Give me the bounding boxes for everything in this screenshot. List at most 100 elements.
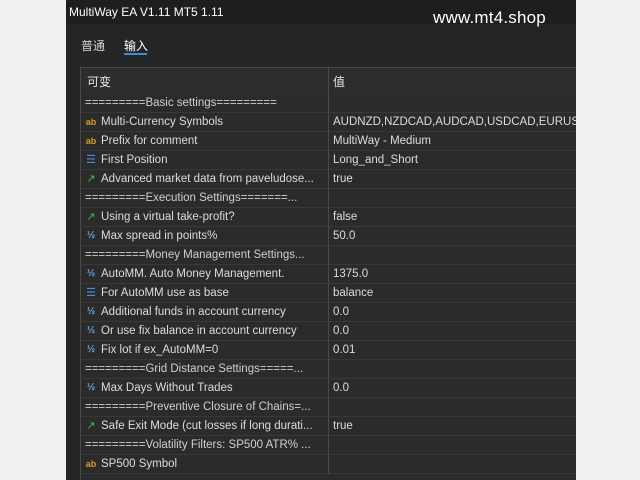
column-header-value[interactable]: 值: [333, 73, 345, 90]
variable-cell: ab Multi-Currency Symbols: [81, 113, 332, 132]
column-divider[interactable]: [328, 68, 329, 94]
value-cell[interactable]: 50.0: [329, 227, 576, 246]
value-cell[interactable]: Long_and_Short: [329, 151, 576, 170]
number-type-icon: ½: [86, 344, 96, 355]
variable-cell: =========Basic settings=========: [81, 94, 332, 113]
section-header-row[interactable]: =========Basic settings=========: [81, 94, 576, 113]
section-header-row[interactable]: =========Grid Distance Settings=====...: [81, 360, 576, 379]
string-type-icon: ab: [85, 117, 97, 127]
table-header: 可变 值: [81, 68, 576, 94]
variable-name: Max spread in points%: [101, 230, 218, 242]
variable-name: Max Days Without Trades: [101, 382, 233, 394]
tab-inputs[interactable]: 输入: [124, 37, 148, 54]
variable-cell: ab Prefix for comment: [81, 132, 332, 151]
variable-cell: =========Grid Distance Settings=====...: [81, 360, 332, 379]
value-cell: [329, 360, 576, 379]
number-type-icon: ½: [86, 268, 96, 279]
table-row[interactable]: ½ Max Days Without Trades 0.0: [81, 379, 576, 398]
variable-name: =========Preventive Closure of Chains=..…: [85, 401, 311, 413]
variable-cell: ↗ Advanced market data from paveludose...: [81, 170, 332, 189]
variable-name: =========Execution Settings=======...: [85, 192, 298, 204]
value-cell[interactable]: false: [329, 208, 576, 227]
variable-name: For AutoMM use as base: [101, 287, 229, 299]
column-header-variable[interactable]: 可变: [87, 73, 111, 90]
enum-type-icon: ☰: [86, 154, 96, 166]
variable-name: SP500 Symbol: [101, 458, 178, 470]
value-cell[interactable]: true: [329, 170, 576, 189]
table-row[interactable]: ☰ First Position Long_and_Short: [81, 151, 576, 170]
variable-cell: ½ Fix lot if ex_AutoMM=0: [81, 341, 332, 360]
number-type-icon: ½: [86, 306, 96, 317]
table-row[interactable]: ½ Additional funds in account currency 0.0: [81, 303, 576, 322]
variable-cell: =========Execution Settings=======...: [81, 189, 332, 208]
variable-name: Or use fix balance in account currency: [101, 325, 297, 337]
value-cell[interactable]: 1375.0: [329, 265, 576, 284]
value-cell: [329, 436, 576, 455]
watermark-text: www.mt4.shop: [433, 8, 546, 27]
tab-common[interactable]: 普通: [81, 37, 105, 54]
variable-cell: =========Preventive Closure of Chains=..…: [81, 398, 332, 417]
variable-cell: ½ Max spread in points%: [81, 227, 332, 246]
variable-name: =========Volatility Filters: SP500 ATR% …: [85, 439, 311, 451]
table-row[interactable]: ab Multi-Currency Symbols AUDNZD,NZDCAD,AU…: [81, 113, 576, 132]
table-row[interactable]: ½ Max spread in points% 50.0: [81, 227, 576, 246]
variable-cell: ☰ First Position: [81, 151, 332, 170]
value-cell[interactable]: [329, 455, 576, 474]
variable-name: Prefix for comment: [101, 135, 198, 147]
table-row[interactable]: ↗ Using a virtual take-profit? false: [81, 208, 576, 227]
table-row[interactable]: ½ Fix lot if ex_AutoMM=0 0.01: [81, 341, 576, 360]
string-type-icon: ab: [85, 136, 97, 146]
value-cell[interactable]: 0.0: [329, 303, 576, 322]
variable-name: AutoMM. Auto Money Management.: [101, 268, 285, 280]
section-header-row[interactable]: =========Execution Settings=======...: [81, 189, 576, 208]
table-row[interactable]: ↗ Advanced market data from paveludose...…: [81, 170, 576, 189]
value-cell: [329, 189, 576, 208]
active-tab-indicator: [124, 53, 147, 55]
inputs-table: 可变 值 =========Basic settings========= ab M…: [80, 67, 576, 480]
variable-cell: ½ Max Days Without Trades: [81, 379, 332, 398]
bool-type-icon: ↗: [86, 211, 96, 223]
value-cell[interactable]: AUDNZD,NZDCAD,AUDCAD,USDCAD,EURUS...: [329, 113, 576, 132]
value-cell: [329, 398, 576, 417]
bool-type-icon: ↗: [86, 173, 96, 185]
section-header-row[interactable]: =========Money Management Settings...: [81, 246, 576, 265]
number-type-icon: ½: [86, 325, 96, 336]
enum-type-icon: ☰: [86, 287, 96, 299]
table-body: =========Basic settings========= ab Multi-…: [81, 94, 576, 474]
variable-cell: ½ Additional funds in account currency: [81, 303, 332, 322]
value-cell[interactable]: true: [329, 417, 576, 436]
variable-cell: ↗ Safe Exit Mode (cut losses if long dura…: [81, 417, 332, 436]
value-cell[interactable]: 0.0: [329, 322, 576, 341]
variable-cell: =========Volatility Filters: SP500 ATR% …: [81, 436, 332, 455]
table-row[interactable]: ½ AutoMM. Auto Money Management. 1375.0: [81, 265, 576, 284]
table-row[interactable]: ↗ Safe Exit Mode (cut losses if long dura…: [81, 417, 576, 436]
value-cell[interactable]: 0.0: [329, 379, 576, 398]
variable-name: =========Money Management Settings...: [85, 249, 305, 261]
variable-cell: ½ AutoMM. Auto Money Management.: [81, 265, 332, 284]
variable-name: Multi-Currency Symbols: [101, 116, 224, 128]
section-header-row[interactable]: =========Preventive Closure of Chains=..…: [81, 398, 576, 417]
section-header-row[interactable]: =========Volatility Filters: SP500 ATR% …: [81, 436, 576, 455]
variable-name: Using a virtual take-profit?: [101, 211, 235, 223]
tab-bar: 普通 输入: [66, 24, 576, 64]
bool-type-icon: ↗: [86, 420, 96, 432]
variable-name: First Position: [101, 154, 168, 166]
value-cell: [329, 94, 576, 113]
value-cell[interactable]: MultiWay - Medium: [329, 132, 576, 151]
variable-cell: ↗ Using a virtual take-profit?: [81, 208, 332, 227]
variable-cell: ½ Or use fix balance in account currency: [81, 322, 332, 341]
table-row[interactable]: ☰ For AutoMM use as base balance: [81, 284, 576, 303]
value-cell[interactable]: 0.01: [329, 341, 576, 360]
variable-name: =========Basic settings=========: [85, 97, 277, 109]
variable-name: Safe Exit Mode (cut losses if long durat…: [101, 420, 313, 432]
variable-cell: ☰ For AutoMM use as base: [81, 284, 332, 303]
value-cell[interactable]: balance: [329, 284, 576, 303]
number-type-icon: ½: [86, 230, 96, 241]
variable-name: Advanced market data from paveludose...: [101, 173, 314, 185]
variable-name: Fix lot if ex_AutoMM=0: [101, 344, 219, 356]
table-row[interactable]: ab Prefix for comment MultiWay - Medium: [81, 132, 576, 151]
table-row[interactable]: ½ Or use fix balance in account currency 0…: [81, 322, 576, 341]
variable-cell: ab SP500 Symbol: [81, 455, 332, 474]
string-type-icon: ab: [85, 459, 97, 469]
table-row[interactable]: ab SP500 Symbol: [81, 455, 576, 474]
